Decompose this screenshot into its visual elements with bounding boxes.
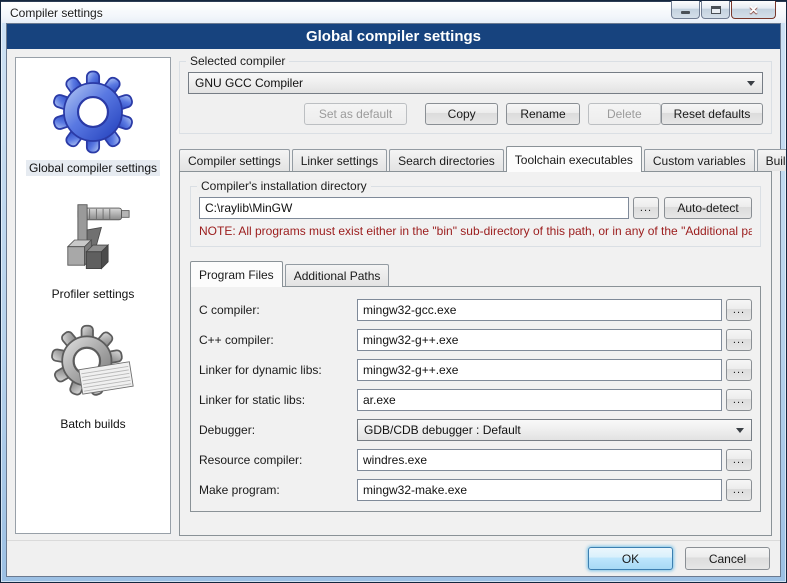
caliper-icon xyxy=(51,198,135,282)
c-compiler-input[interactable] xyxy=(357,299,722,321)
debugger-value: GDB/CDB debugger : Default xyxy=(364,423,521,437)
blue-gear-icon xyxy=(49,68,137,156)
field-row: C++ compiler: ... xyxy=(199,329,752,351)
debugger-label: Debugger: xyxy=(199,423,357,437)
window-title: Compiler settings xyxy=(10,6,103,20)
dialog-body: Global compiler settings xyxy=(7,49,780,540)
resource-compiler-input[interactable] xyxy=(357,449,722,471)
minimize-icon xyxy=(681,11,690,14)
tab-build-options[interactable]: Build options xyxy=(757,149,787,171)
resource-compiler-browse-button[interactable]: ... xyxy=(726,449,752,471)
field-row: C compiler: ... xyxy=(199,299,752,321)
sidebar-item-global-compiler-settings[interactable]: Global compiler settings xyxy=(26,68,160,176)
program-tabs: Program Files Additional Paths xyxy=(190,261,761,286)
sidebar-item-batch-builds[interactable]: Batch builds xyxy=(49,324,137,432)
selected-compiler-group-label: Selected compiler xyxy=(186,54,289,68)
installation-note: NOTE: All programs must exist either in … xyxy=(199,224,752,238)
cpp-compiler-input[interactable] xyxy=(357,329,722,351)
browse-directory-button[interactable]: ... xyxy=(633,197,659,219)
tab-custom-variables[interactable]: Custom variables xyxy=(644,149,755,171)
field-row: Resource compiler: ... xyxy=(199,449,752,471)
sidebar-item-label: Global compiler settings xyxy=(26,160,160,176)
tab-linker-settings[interactable]: Linker settings xyxy=(292,149,387,171)
sidebar-item-profiler-settings[interactable]: Profiler settings xyxy=(49,198,138,302)
field-row: Debugger: GDB/CDB debugger : Default xyxy=(199,419,752,441)
field-row: Linker for static libs: ... xyxy=(199,389,752,411)
compiler-settings-window: Compiler settings ✕ Global compiler sett… xyxy=(0,0,787,583)
dynamic-linker-input[interactable] xyxy=(357,359,722,381)
program-files-panel: C compiler: ... C++ compiler: ... Linker… xyxy=(190,286,761,512)
c-compiler-browse-button[interactable]: ... xyxy=(726,299,752,321)
page-title: Global compiler settings xyxy=(7,24,780,49)
static-linker-browse-button[interactable]: ... xyxy=(726,389,752,411)
field-row: Linker for dynamic libs: ... xyxy=(199,359,752,381)
installation-directory-input[interactable] xyxy=(199,197,629,219)
window-controls: ✕ xyxy=(670,1,776,19)
gray-gear-stack-icon xyxy=(49,324,137,412)
installation-directory-group-label: Compiler's installation directory xyxy=(197,179,371,193)
cpp-compiler-label: C++ compiler: xyxy=(199,333,357,347)
tab-compiler-settings[interactable]: Compiler settings xyxy=(179,149,290,171)
tab-program-files[interactable]: Program Files xyxy=(190,261,283,287)
cpp-compiler-browse-button[interactable]: ... xyxy=(726,329,752,351)
tab-toolchain-executables[interactable]: Toolchain executables xyxy=(506,146,642,172)
selected-compiler-value: GNU GCC Compiler xyxy=(195,76,303,90)
installation-directory-row: ... Auto-detect xyxy=(199,197,752,219)
close-button[interactable]: ✕ xyxy=(731,1,776,19)
dialog-footer: OK Cancel xyxy=(7,540,780,576)
dynamic-linker-browse-button[interactable]: ... xyxy=(726,359,752,381)
sidebar-item-label: Profiler settings xyxy=(49,286,138,302)
selected-compiler-dropdown[interactable]: GNU GCC Compiler xyxy=(188,72,763,94)
set-as-default-button: Set as default xyxy=(304,103,407,125)
titlebar[interactable]: Compiler settings xyxy=(1,1,786,23)
dynamic-linker-label: Linker for dynamic libs: xyxy=(199,363,357,377)
debugger-dropdown[interactable]: GDB/CDB debugger : Default xyxy=(357,419,752,441)
ok-button[interactable]: OK xyxy=(588,547,673,570)
settings-tabs: Compiler settings Linker settings Search… xyxy=(179,146,772,171)
settings-category-sidebar: Global compiler settings xyxy=(15,57,171,534)
minimize-button[interactable] xyxy=(671,1,700,19)
chevron-down-icon xyxy=(747,81,755,86)
make-program-label: Make program: xyxy=(199,483,357,497)
reset-defaults-button[interactable]: Reset defaults xyxy=(661,103,763,125)
dialog-client-area: Global compiler settings xyxy=(6,23,781,577)
make-program-input[interactable] xyxy=(357,479,722,501)
static-linker-input[interactable] xyxy=(357,389,722,411)
make-program-browse-button[interactable]: ... xyxy=(726,479,752,501)
field-row: Make program: ... xyxy=(199,479,752,501)
resource-compiler-label: Resource compiler: xyxy=(199,453,357,467)
maximize-button[interactable] xyxy=(701,1,730,19)
rename-button[interactable]: Rename xyxy=(506,103,579,125)
compiler-actions: Set as default Copy Rename Delete Reset … xyxy=(188,103,763,125)
c-compiler-label: C compiler: xyxy=(199,303,357,317)
main-panel: Selected compiler GNU GCC Compiler Set a… xyxy=(179,53,772,536)
sidebar-item-label: Batch builds xyxy=(57,416,128,432)
tab-search-directories[interactable]: Search directories xyxy=(389,149,504,171)
copy-button[interactable]: Copy xyxy=(425,103,498,125)
selected-compiler-group: Selected compiler GNU GCC Compiler Set a… xyxy=(179,61,772,134)
chevron-down-icon xyxy=(736,428,744,433)
delete-button: Delete xyxy=(588,103,661,125)
static-linker-label: Linker for static libs: xyxy=(199,393,357,407)
installation-directory-group: Compiler's installation directory ... Au… xyxy=(190,186,761,247)
maximize-icon xyxy=(711,6,721,14)
auto-detect-button[interactable]: Auto-detect xyxy=(664,197,752,219)
toolchain-executables-page: Compiler's installation directory ... Au… xyxy=(179,171,772,536)
close-icon: ✕ xyxy=(748,4,758,16)
cancel-button[interactable]: Cancel xyxy=(685,547,770,570)
tab-additional-paths[interactable]: Additional Paths xyxy=(285,264,390,286)
